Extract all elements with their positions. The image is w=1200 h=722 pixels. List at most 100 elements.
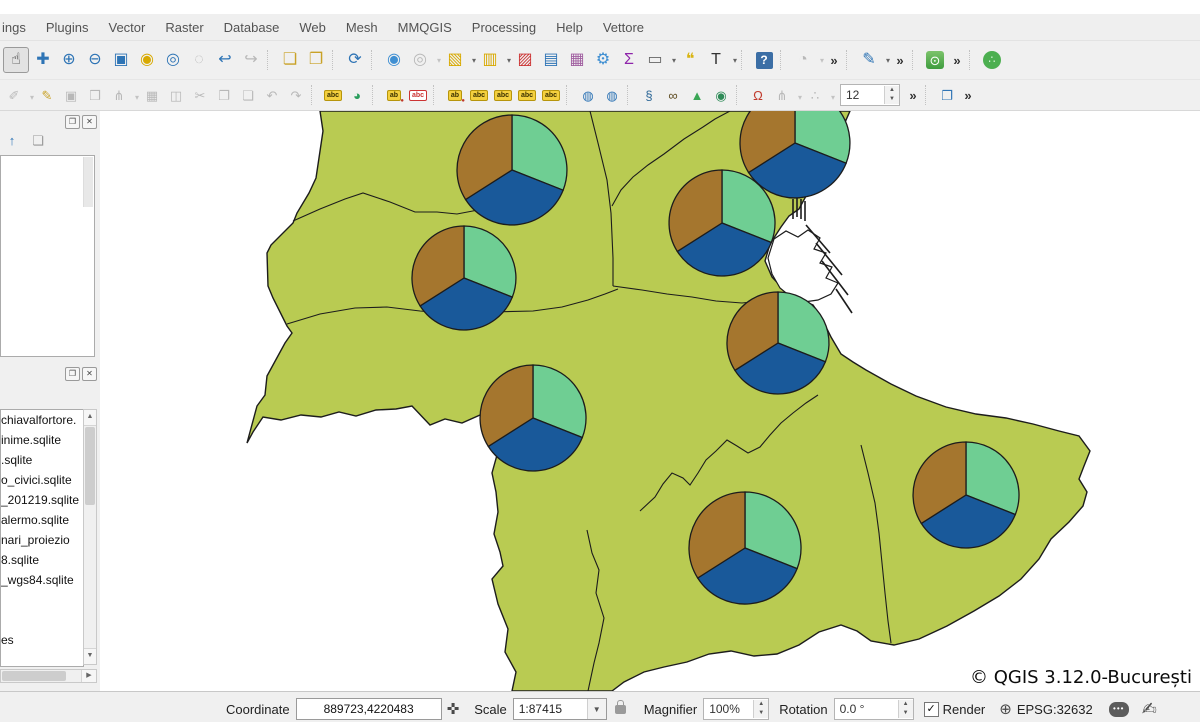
spin-down-icon[interactable]: ▼	[754, 709, 768, 718]
toolbar-overflow-icon[interactable]: »	[892, 48, 908, 72]
log-messages-icon[interactable]: ✍	[1142, 699, 1157, 720]
menu-web[interactable]: Web	[289, 17, 336, 38]
python-console-icon[interactable]: §	[638, 85, 660, 105]
measure-icon[interactable]: ▭	[643, 48, 676, 72]
magnifier-spin-arrows[interactable]: ▲▼	[753, 700, 768, 718]
move-label-icon[interactable]: abc	[492, 85, 514, 105]
file-list-item[interactable]: o_civici.sqlite	[1, 470, 83, 490]
spin-up-icon[interactable]: ▲	[885, 86, 899, 95]
file-list-horizontal-scrollbar[interactable]: ▶	[0, 669, 97, 683]
menu-plugins[interactable]: Plugins	[36, 17, 99, 38]
horizontal-scroll-thumb[interactable]	[2, 671, 66, 681]
pan-map-icon[interactable]: ☝	[3, 47, 29, 73]
layer-diagram-icon[interactable]: ◕	[346, 85, 368, 105]
identify-features-icon[interactable]: ◉	[382, 48, 406, 72]
menu-mmqgis[interactable]: MMQGIS	[388, 17, 462, 38]
extents-toggle-icon[interactable]: ✜	[447, 700, 460, 718]
toggle-editing-icon[interactable]: ✎	[36, 85, 58, 105]
show-hide-labels-icon[interactable]: abc	[468, 85, 490, 105]
crs-globe-icon[interactable]: ⊕	[999, 700, 1012, 718]
menu-raster[interactable]: Raster	[155, 17, 213, 38]
menu-vector[interactable]: Vector	[99, 17, 156, 38]
search-binoculars-icon[interactable]: ∞	[662, 85, 684, 105]
panel2-close-button[interactable]: ✕	[82, 367, 97, 381]
zoom-next-icon[interactable]: ↪	[239, 48, 263, 72]
spin-down-icon[interactable]: ▼	[899, 709, 913, 718]
file-list-item[interactable]: chiavalfortore.	[1, 410, 83, 430]
scroll-up-icon[interactable]: ▲	[84, 410, 96, 426]
info-green-icon[interactable]: ◉	[710, 85, 732, 105]
current-edits-icon[interactable]: ✐	[3, 85, 34, 105]
panel1-close-button[interactable]: ✕	[82, 115, 97, 129]
metasearch-search-icon[interactable]: ◍	[601, 85, 623, 105]
zoom-to-selection-icon[interactable]: ◉	[135, 48, 159, 72]
attribute-table-icon[interactable]: ▤	[539, 48, 563, 72]
duplicate-features-icon[interactable]: ❐	[936, 85, 958, 105]
undo-icon[interactable]: ↶	[261, 85, 283, 105]
annotation-icon[interactable]: ◔	[791, 48, 824, 72]
style-pencil-icon[interactable]: ✎	[857, 48, 890, 72]
file-list[interactable]: chiavalfortore.inime.sqlite.sqliteo_civi…	[0, 409, 84, 667]
menu-help[interactable]: Help	[546, 17, 593, 38]
toolbar-overflow-icon[interactable]: »	[949, 48, 965, 72]
file-list-item[interactable]: 8.sqlite	[1, 550, 83, 570]
file-list-item[interactable]: .sqlite	[1, 450, 83, 470]
file-list-item[interactable]: _wgs84.sqlite	[1, 570, 83, 590]
refresh-icon[interactable]: ⟳	[343, 48, 367, 72]
zoom-last-icon[interactable]: ↩	[213, 48, 237, 72]
toolbar-overflow-icon[interactable]: »	[826, 48, 842, 72]
scale-lock-icon[interactable]	[615, 705, 626, 714]
text-annotation-icon[interactable]: T	[704, 48, 737, 72]
delete-selected-icon[interactable]: ◫	[165, 85, 187, 105]
menu-database[interactable]: Database	[214, 17, 290, 38]
menu-vettore[interactable]: Vettore	[593, 17, 654, 38]
redo-icon[interactable]: ↷	[285, 85, 307, 105]
new-bookmark-icon[interactable]: ❏	[278, 48, 302, 72]
run-feature-action-icon[interactable]: ◎	[408, 48, 441, 72]
vertical-scroll-thumb[interactable]	[85, 427, 95, 505]
zoom-to-layer-icon[interactable]: ◎	[161, 48, 185, 72]
snapping-magnet-icon[interactable]: Ω	[747, 85, 769, 105]
help-icon[interactable]: ?	[752, 48, 776, 72]
select-by-form-icon[interactable]: ▥	[478, 48, 511, 72]
save-edits-icon[interactable]: ▣	[60, 85, 82, 105]
statistics-icon[interactable]: ▦	[565, 48, 589, 72]
terrain-icon[interactable]: ▲	[686, 85, 708, 105]
zoom-native-icon[interactable]: ◌	[187, 48, 211, 72]
pin-labels-icon[interactable]: ab	[383, 85, 405, 105]
show-bookmarks-icon[interactable]: ❐	[304, 48, 328, 72]
share-icon[interactable]: ∴	[980, 48, 1004, 72]
paste-features-icon[interactable]: ❏	[237, 85, 259, 105]
file-list-item[interactable]: nari_proiezio	[1, 530, 83, 550]
rotation-spinbox[interactable]: 0.0 ° ▲▼	[834, 698, 914, 720]
file-list-vertical-scrollbar[interactable]: ▲ ▼	[83, 409, 97, 665]
metasearch-icon[interactable]: ◍	[577, 85, 599, 105]
map-canvas[interactable]: © QGIS 3.12.0-București	[100, 111, 1200, 691]
panel1-content[interactable]	[0, 155, 95, 357]
rotation-spin-arrows[interactable]: ▲▼	[898, 700, 913, 718]
coordinate-input[interactable]	[296, 698, 442, 720]
zoom-out-icon[interactable]: ⊖	[83, 48, 107, 72]
statistical-summary-icon[interactable]: Σ	[617, 48, 641, 72]
toolbar-overflow-icon[interactable]: »	[905, 85, 921, 105]
highlight-labels-icon[interactable]: abc	[407, 85, 429, 105]
menu-settings-partial[interactable]: ings	[0, 17, 36, 38]
file-list-item[interactable]: inime.sqlite	[1, 430, 83, 450]
toolbar-overflow-icon[interactable]: »	[960, 85, 976, 105]
unpin-labels-icon[interactable]: ab	[444, 85, 466, 105]
scroll-right-icon[interactable]: ▶	[81, 670, 96, 682]
rotate-label-icon[interactable]: abc	[516, 85, 538, 105]
panel-arrow-icon[interactable]: ↑	[3, 131, 21, 149]
processing-toolbox-icon[interactable]: ⚙	[591, 48, 615, 72]
select-features-icon[interactable]: ▧	[443, 48, 476, 72]
cad-spinbox[interactable]: 12 ▲ ▼	[840, 84, 900, 106]
messages-bubble-icon[interactable]: •••	[1109, 702, 1129, 717]
pan-to-selection-icon[interactable]: ✚	[31, 48, 55, 72]
tracing-icon[interactable]: ∴	[804, 85, 835, 105]
panel1-scrollbar[interactable]	[83, 157, 93, 207]
spin-up-icon[interactable]: ▲	[754, 700, 768, 709]
topological-editing-icon[interactable]: ⋔	[771, 85, 802, 105]
crs-label[interactable]: EPSG:32632	[1017, 702, 1093, 717]
scale-dropdown-icon[interactable]: ▼	[587, 699, 606, 719]
panel1-float-button[interactable]: ❐	[65, 115, 80, 129]
